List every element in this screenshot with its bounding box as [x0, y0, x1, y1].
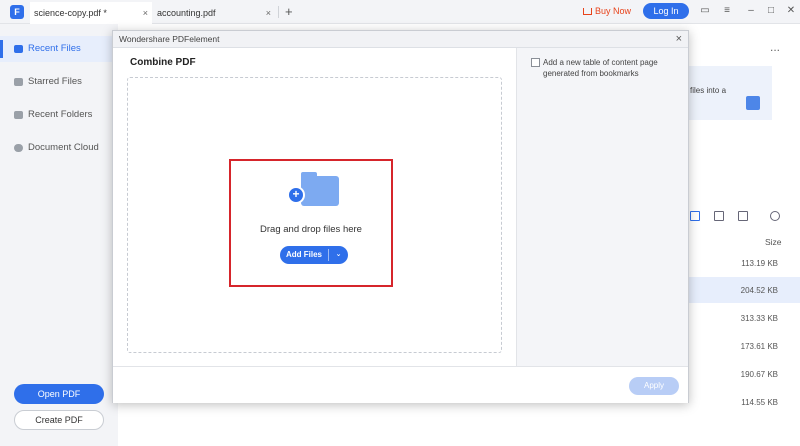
- trash-icon[interactable]: [738, 211, 748, 221]
- folder-body: [301, 176, 339, 206]
- toc-option-label: Add a new table of content page generate…: [543, 58, 658, 78]
- options-pane: Add a new table of content page generate…: [516, 48, 688, 366]
- combine-pdf-dialog: Wondershare PDFelement × Combine PDF + D…: [112, 30, 689, 403]
- refresh-icon[interactable]: [770, 211, 780, 221]
- combine-icon: [746, 96, 760, 110]
- dialog-footer: Apply: [113, 366, 688, 403]
- tab-divider: [278, 6, 279, 18]
- cart-icon: [583, 8, 592, 16]
- new-tab-button[interactable]: +: [285, 2, 293, 22]
- file-size: 190.67 KB: [740, 370, 778, 379]
- drop-instructions: Drag and drop files here: [260, 224, 362, 235]
- login-button[interactable]: Log In: [643, 3, 689, 19]
- banner-text: files into a: [690, 86, 727, 95]
- apply-button[interactable]: Apply: [629, 377, 679, 395]
- close-icon[interactable]: ×: [676, 32, 682, 46]
- dialog-heading: Combine PDF: [130, 57, 196, 68]
- message-icon[interactable]: ▭: [698, 4, 712, 18]
- menu-icon[interactable]: ≡: [720, 4, 734, 18]
- toc-checkbox[interactable]: [531, 58, 540, 67]
- minimize-icon[interactable]: –: [744, 4, 758, 18]
- tab-label: science-copy.pdf *: [34, 8, 107, 18]
- recent-files-icon: [14, 45, 23, 53]
- maximize-icon[interactable]: □: [764, 4, 778, 18]
- sidebar-item-starred-files[interactable]: Starred Files: [0, 69, 118, 95]
- sidebar: Recent Files Starred Files Recent Folder…: [0, 24, 118, 446]
- buy-now-link[interactable]: Buy Now: [583, 5, 631, 17]
- close-icon[interactable]: ×: [266, 2, 271, 24]
- file-size: 313.33 KB: [740, 314, 778, 323]
- file-size: 204.52 KB: [740, 286, 778, 295]
- more-options-icon[interactable]: ...: [770, 40, 780, 54]
- title-bar: F science-copy.pdf * × accounting.pdf × …: [0, 0, 800, 24]
- chevron-down-icon[interactable]: ⌄: [329, 246, 348, 264]
- tab-label: accounting.pdf: [157, 8, 216, 18]
- file-size: 114.55 KB: [741, 398, 778, 407]
- add-files-label: Add Files: [285, 250, 322, 259]
- grid-view-icon[interactable]: [714, 211, 724, 221]
- size-column-header[interactable]: Size: [765, 237, 782, 247]
- sidebar-item-label: Starred Files: [28, 76, 82, 87]
- folder-icon: [14, 111, 23, 119]
- buy-now-label: Buy Now: [595, 6, 632, 16]
- tab-science-copy[interactable]: science-copy.pdf * ×: [30, 2, 152, 24]
- close-icon[interactable]: ×: [143, 2, 148, 24]
- sidebar-item-label: Recent Folders: [28, 109, 93, 120]
- plus-icon: +: [287, 186, 305, 204]
- sidebar-item-label: Recent Files: [28, 43, 81, 54]
- list-view-icon[interactable]: [690, 211, 700, 221]
- close-window-icon[interactable]: ✕: [784, 4, 798, 18]
- app-logo-icon: F: [10, 5, 24, 19]
- dialog-window-title: Wondershare PDFelement: [119, 34, 220, 44]
- sidebar-item-recent-files[interactable]: Recent Files: [0, 36, 118, 62]
- add-files-button[interactable]: Add Files ⌄: [280, 246, 348, 264]
- sidebar-item-label: Document Cloud: [28, 142, 99, 153]
- tab-accounting[interactable]: accounting.pdf ×: [153, 2, 275, 24]
- file-size: 173.61 KB: [740, 342, 778, 351]
- add-folder-icon: +: [287, 172, 341, 208]
- file-size: 113.19 KB: [741, 259, 778, 268]
- cloud-icon: [14, 144, 23, 152]
- open-pdf-button[interactable]: Open PDF: [14, 384, 104, 404]
- dialog-header: Wondershare PDFelement ×: [113, 31, 688, 48]
- create-pdf-button[interactable]: Create PDF: [14, 410, 104, 430]
- sidebar-item-document-cloud[interactable]: Document Cloud: [0, 135, 118, 161]
- star-icon: [14, 78, 23, 86]
- sidebar-item-recent-folders[interactable]: Recent Folders: [0, 102, 118, 128]
